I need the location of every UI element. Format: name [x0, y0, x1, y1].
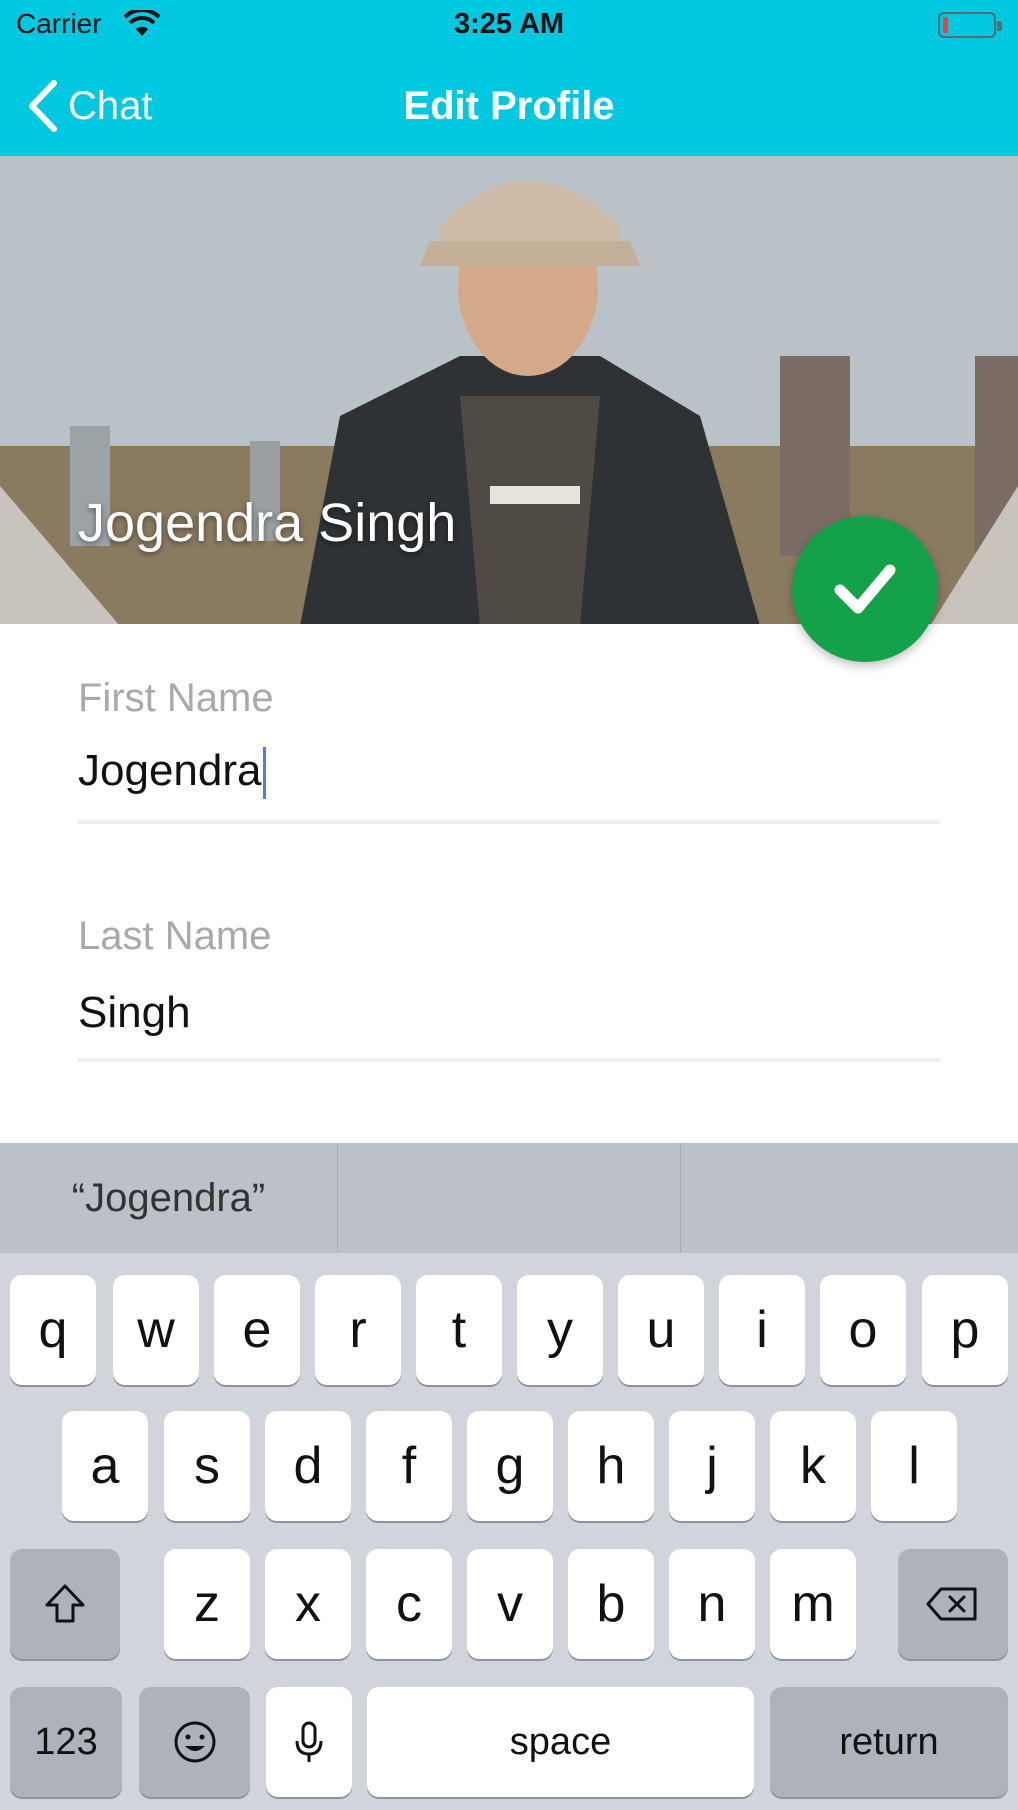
key-j[interactable]: j	[669, 1411, 755, 1521]
status-time: 3:25 AM	[453, 8, 565, 40]
key-p[interactable]: p	[922, 1275, 1008, 1385]
key-r[interactable]: r	[315, 1275, 401, 1385]
battery-icon	[938, 12, 1002, 38]
key-z[interactable]: z	[164, 1549, 250, 1659]
key-f[interactable]: f	[366, 1411, 452, 1521]
key-m[interactable]: m	[770, 1549, 856, 1659]
status-bar: Carrier 3:25 AM	[0, 0, 1018, 52]
first-name-field[interactable]: Jogendra	[78, 746, 267, 800]
key-q[interactable]: q	[10, 1275, 96, 1385]
key-x[interactable]: x	[265, 1549, 351, 1659]
key-v[interactable]: v	[467, 1549, 553, 1659]
last-name-field[interactable]: Singh	[78, 988, 191, 1038]
key-b[interactable]: b	[568, 1549, 654, 1659]
space-key[interactable]: space	[367, 1687, 754, 1797]
text-caret	[263, 747, 267, 800]
shift-icon	[45, 1584, 85, 1623]
delete-icon	[926, 1587, 977, 1621]
key-i[interactable]: i	[719, 1275, 805, 1385]
suggestion-item[interactable]	[338, 1143, 680, 1253]
profile-display-name: Jogendra Singh	[78, 493, 457, 553]
microphone-icon	[295, 1721, 323, 1762]
key-k[interactable]: k	[770, 1411, 856, 1521]
key-a[interactable]: a	[62, 1411, 148, 1521]
emoji-key[interactable]	[139, 1687, 250, 1797]
delete-key[interactable]	[898, 1549, 1008, 1659]
key-e[interactable]: e	[214, 1275, 300, 1385]
key-c[interactable]: c	[366, 1549, 452, 1659]
key-l[interactable]: l	[871, 1411, 957, 1521]
header: Carrier 3:25 AM Chat Edit Profile	[0, 0, 1018, 156]
save-button[interactable]	[792, 516, 938, 662]
suggestion-item[interactable]	[681, 1143, 1018, 1253]
first-name-label: First Name	[78, 676, 274, 720]
key-t[interactable]: t	[416, 1275, 502, 1385]
key-g[interactable]: g	[467, 1411, 553, 1521]
page-title: Edit Profile	[403, 84, 615, 128]
return-key[interactable]: return	[770, 1687, 1008, 1797]
key-y[interactable]: y	[517, 1275, 603, 1385]
microphone-key[interactable]	[266, 1687, 352, 1797]
key-n[interactable]: n	[669, 1549, 755, 1659]
key-w[interactable]: w	[113, 1275, 199, 1385]
emoji-icon	[174, 1721, 215, 1763]
key-d[interactable]: d	[265, 1411, 351, 1521]
numbers-key[interactable]: 123	[10, 1687, 122, 1797]
key-s[interactable]: s	[164, 1411, 250, 1521]
first-name-underline	[78, 820, 940, 824]
key-u[interactable]: u	[618, 1275, 704, 1385]
checkmark-icon	[834, 564, 896, 614]
shift-key[interactable]	[10, 1549, 120, 1659]
last-name-underline	[78, 1058, 940, 1062]
last-name-value: Singh	[78, 988, 191, 1037]
key-h[interactable]: h	[568, 1411, 654, 1521]
navigation-bar: Chat Edit Profile	[0, 56, 1018, 156]
keyboard: “Jogendra” q w e r t y u i o p a s d f g…	[0, 1143, 1018, 1810]
key-o[interactable]: o	[820, 1275, 906, 1385]
first-name-value: Jogendra	[78, 746, 262, 795]
suggestion-item[interactable]: “Jogendra”	[0, 1143, 337, 1253]
last-name-label: Last Name	[78, 914, 272, 958]
suggestion-bar: “Jogendra”	[0, 1143, 1018, 1253]
